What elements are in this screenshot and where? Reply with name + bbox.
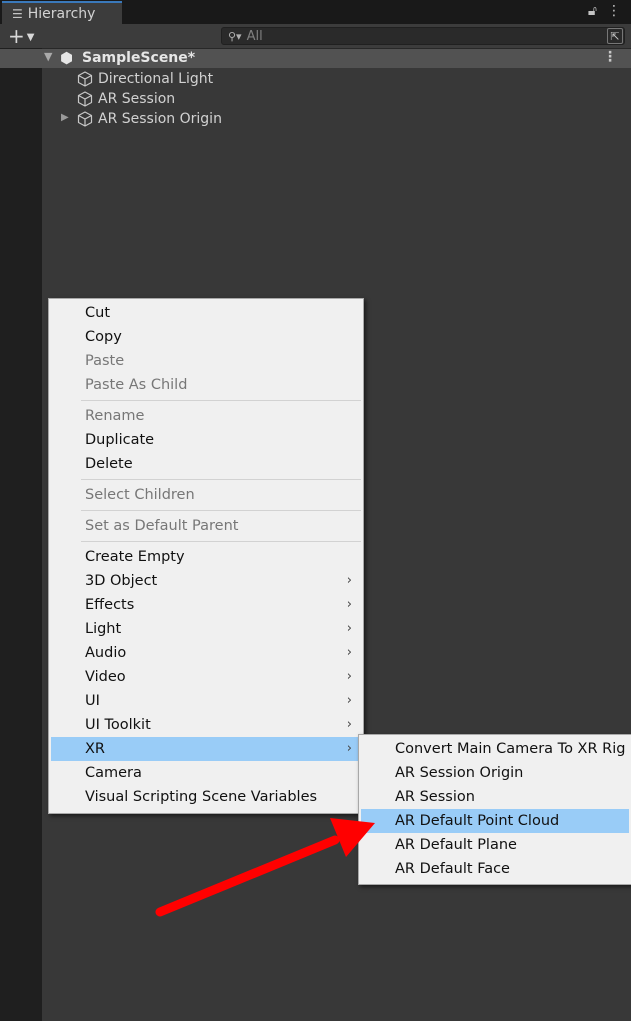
annotation-arrow [155, 818, 375, 917]
annotation-arrow-shaft [155, 835, 340, 917]
